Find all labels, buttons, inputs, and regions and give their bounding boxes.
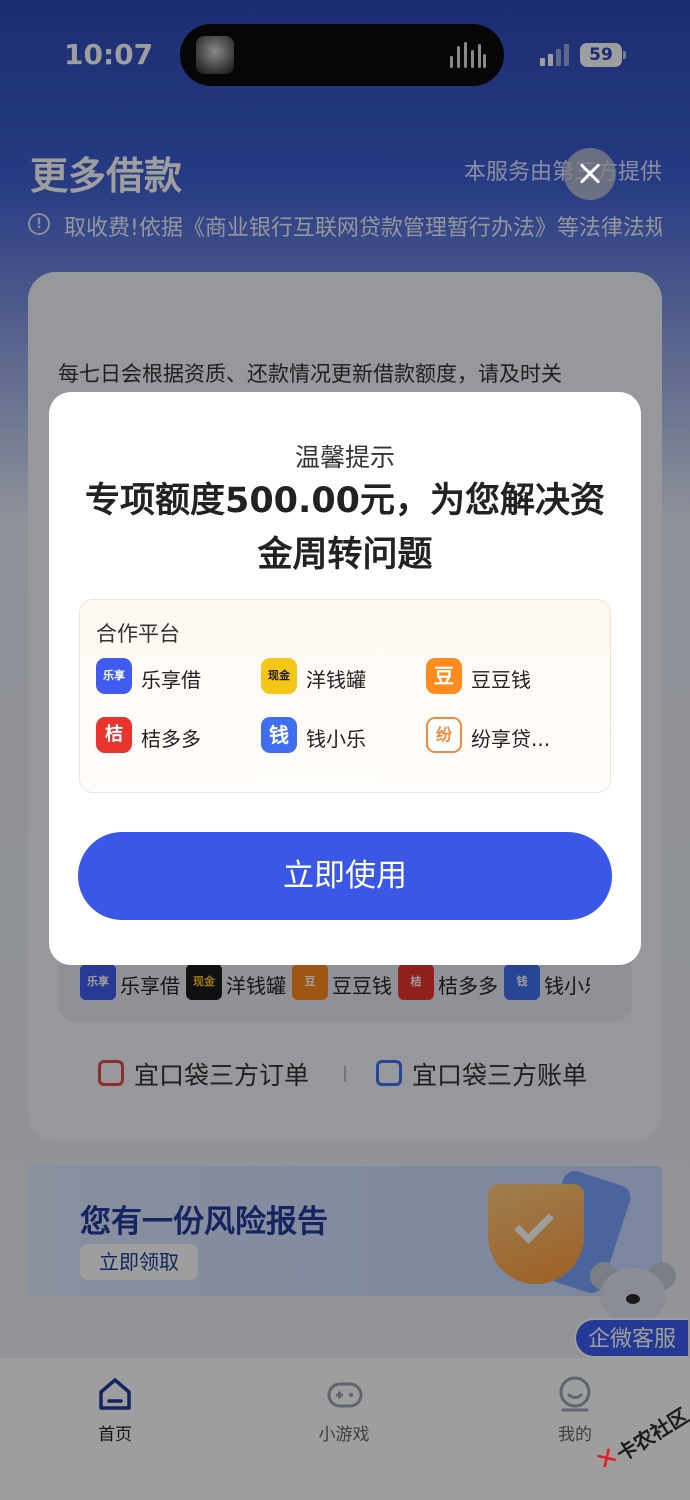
partner-name: 纷享贷... — [471, 727, 551, 751]
partner-item[interactable]: 豆 豆豆钱 — [426, 658, 586, 698]
promo-dialog: 温馨提示 专项额度500.00元，为您解决资金周转问题 合作平台 乐享 乐享借 … — [49, 392, 641, 965]
dialog-subtitle: 温馨提示 — [294, 443, 395, 472]
partner-logo-icon: 现金 — [261, 658, 297, 694]
partner-logo-icon: 桔 — [96, 717, 132, 753]
partner-logo-icon: 钱 — [261, 717, 297, 753]
close-icon[interactable] — [564, 148, 616, 200]
partner-logo-icon: 纷 — [426, 717, 462, 753]
use-now-button[interactable]: 立即使用 — [78, 832, 612, 920]
partner-item[interactable]: 现金 洋钱罐 — [261, 658, 421, 698]
partner-item[interactable]: 钱 钱小乐 — [261, 717, 421, 757]
partner-logo-icon: 豆 — [426, 658, 462, 694]
partner-name: 洋钱罐 — [306, 668, 366, 692]
partner-item[interactable]: 纷 纷享贷... — [426, 717, 586, 757]
partner-name: 桔多多 — [141, 727, 201, 751]
partner-item[interactable]: 乐享 乐享借 — [96, 658, 256, 698]
partner-logo-icon: 乐享 — [96, 658, 132, 694]
partner-item[interactable]: 桔 桔多多 — [96, 717, 256, 757]
dialog-title: 专项额度500.00元，为您解决资金周转问题 — [84, 481, 606, 575]
partner-platforms: 合作平台 乐享 乐享借 现金 洋钱罐 豆 豆豆钱 桔 桔多多 钱 钱小乐 纷 纷… — [79, 599, 611, 793]
partner-name: 钱小乐 — [306, 727, 366, 751]
partner-name: 乐享借 — [141, 668, 201, 692]
partner-heading: 合作平台 — [96, 622, 180, 646]
partner-name: 豆豆钱 — [471, 668, 531, 692]
